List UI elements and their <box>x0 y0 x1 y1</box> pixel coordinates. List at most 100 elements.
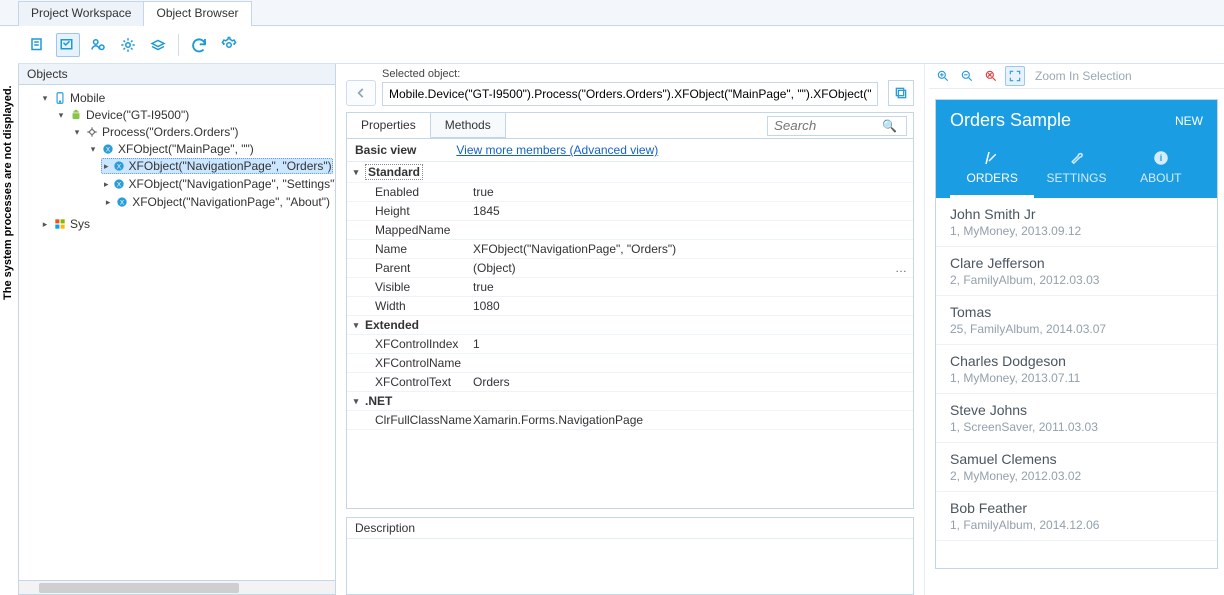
tree-node-mobile[interactable]: ▾ Mobile <box>37 90 333 106</box>
toolbar-btn-3[interactable] <box>86 33 110 57</box>
prop-name: XFControlText <box>347 373 467 391</box>
property-search[interactable]: 🔍 <box>767 116 907 136</box>
prop-name: Visible <box>347 278 467 296</box>
expander-icon[interactable]: ▾ <box>88 144 98 154</box>
mobile-icon <box>53 91 67 105</box>
process-icon <box>85 125 99 139</box>
prop-value[interactable]: Orders <box>467 373 913 391</box>
device-tab-about[interactable]: i ABOUT <box>1119 143 1203 198</box>
description-label: Description <box>347 518 913 539</box>
prop-value[interactable]: Xamarin.Forms.NavigationPage <box>467 411 913 429</box>
toolbar-separator <box>178 34 179 56</box>
preview-reset[interactable] <box>981 66 1001 86</box>
prop-value[interactable]: 1 <box>467 335 913 353</box>
preview-zoom-in[interactable] <box>933 66 953 86</box>
tree-node-process[interactable]: ▾ Process("Orders.Orders") <box>69 124 333 140</box>
prop-name: Width <box>347 297 467 315</box>
tab-properties[interactable]: Properties <box>347 113 431 138</box>
prop-name: Height <box>347 202 467 220</box>
group-extended[interactable]: ▾Extended <box>347 316 913 335</box>
back-button[interactable] <box>346 80 376 106</box>
ellipsis-button[interactable]: … <box>895 261 907 275</box>
refresh-button[interactable] <box>187 33 211 57</box>
preview-zoom-out[interactable] <box>957 66 977 86</box>
orders-list[interactable]: John Smith Jr1, MyMoney, 2013.09.12Clare… <box>936 198 1217 568</box>
property-grid: ▾Standard Enabledtrue Height1845 MappedN… <box>347 162 913 508</box>
group-dotnet[interactable]: ▾.NET <box>347 392 913 411</box>
prop-value[interactable]: 1845 <box>467 202 913 220</box>
toolbar-btn-settings[interactable] <box>217 33 241 57</box>
list-item[interactable]: John Smith Jr1, MyMoney, 2013.09.12 <box>936 198 1217 247</box>
tab-object-browser[interactable]: Object Browser <box>143 1 251 26</box>
prop-value[interactable]: 1080 <box>467 297 913 315</box>
horizontal-scrollbar[interactable] <box>19 580 335 594</box>
object-tree[interactable]: ▾ Mobile ▾ Device("GT-I9500") <box>19 85 335 580</box>
tree-node-nav-about[interactable]: ▸ X XFObject("NavigationPage", "About") <box>101 194 333 210</box>
preview-fit[interactable] <box>1005 66 1025 86</box>
prop-name: XFControlIndex <box>347 335 467 353</box>
expander-icon[interactable]: ▸ <box>104 197 112 207</box>
toolbar-btn-1[interactable] <box>26 33 50 57</box>
tab-methods[interactable]: Methods <box>431 113 506 138</box>
list-item[interactable]: Tomas 25, FamilyAlbum, 2014.03.07 <box>936 296 1217 345</box>
tree-node-device[interactable]: ▾ Device("GT-I9500") <box>53 107 333 123</box>
prop-value[interactable]: true <box>467 183 913 201</box>
tree-node-mainpage[interactable]: ▾ X XFObject("MainPage", "") <box>85 141 333 157</box>
list-item[interactable]: Samuel Clemens 2, MyMoney, 2012.03.02 <box>936 443 1217 492</box>
prop-name: MappedName <box>347 221 467 239</box>
advanced-view-link[interactable]: View more members (Advanced view) <box>456 143 658 157</box>
basic-view-label: Basic view <box>355 143 416 157</box>
toolbar-btn-5[interactable] <box>146 33 170 57</box>
expander-icon[interactable]: ▾ <box>56 110 66 120</box>
xfobject-icon: X <box>101 142 115 156</box>
list-item[interactable]: Charles Dodgeson1, MyMoney, 2013.07.11 <box>936 345 1217 394</box>
xfobject-icon: X <box>112 159 126 173</box>
list-item[interactable]: Clare Jefferson2, FamilyAlbum, 2012.03.0… <box>936 247 1217 296</box>
list-item[interactable]: Bob Feather1, FamilyAlbum, 2014.12.06 <box>936 492 1217 541</box>
toolbar-btn-4[interactable] <box>116 33 140 57</box>
prop-name: XFControlName <box>347 354 467 372</box>
objects-header: Objects <box>19 64 335 85</box>
device-tab-settings[interactable]: SETTINGS <box>1034 143 1118 198</box>
order-name: Samuel Clemens <box>950 451 1203 467</box>
expander-icon[interactable]: ▸ <box>104 179 109 189</box>
tree-node-sys[interactable]: ▸ Sys <box>37 216 333 232</box>
tree-label: Device("GT-I9500") <box>86 108 189 122</box>
device-preview: Orders Sample NEW ORDERS SETTINGS i ABOU… <box>935 99 1218 569</box>
prop-value[interactable]: (Object)… <box>467 259 913 277</box>
copy-button[interactable] <box>888 80 914 106</box>
selected-object-input[interactable] <box>382 82 878 106</box>
order-subtitle: 2, MyMoney, 2012.03.02 <box>950 469 1203 483</box>
order-name: Charles Dodgeson <box>950 353 1203 369</box>
tree-label: XFObject("NavigationPage", "Settings") <box>129 177 335 191</box>
order-name: Steve Johns <box>950 402 1203 418</box>
tree-label: XFObject("NavigationPage", "About") <box>132 195 330 209</box>
prop-name: Parent <box>347 259 467 277</box>
order-subtitle: 25, FamilyAlbum, 2014.03.07 <box>950 322 1203 336</box>
expander-icon[interactable]: ▸ <box>40 219 50 229</box>
expander-icon[interactable]: ▾ <box>72 127 82 137</box>
list-item[interactable]: Steve Johns1, ScreenSaver, 2011.03.03 <box>936 394 1217 443</box>
prop-value[interactable] <box>467 221 913 239</box>
tab-project-workspace[interactable]: Project Workspace <box>18 1 144 26</box>
new-button[interactable]: NEW <box>1175 114 1203 128</box>
expander-icon[interactable]: ▾ <box>40 93 50 103</box>
prop-name: Enabled <box>347 183 467 201</box>
group-standard[interactable]: ▾Standard <box>347 162 913 183</box>
prop-value[interactable] <box>467 354 913 372</box>
main-toolbar <box>18 26 1224 64</box>
side-info-label: The system processes are not displayed. <box>2 85 14 300</box>
order-name: John Smith Jr <box>950 206 1203 222</box>
prop-value[interactable]: XFObject("NavigationPage", "Orders") <box>467 240 913 258</box>
device-tab-orders[interactable]: ORDERS <box>950 143 1034 198</box>
windows-icon <box>53 217 67 231</box>
prop-value[interactable]: true <box>467 278 913 296</box>
toolbar-btn-2[interactable] <box>56 33 80 57</box>
svg-text:X: X <box>116 181 121 188</box>
tree-node-nav-orders[interactable]: ▸ X XFObject("NavigationPage", "Orders") <box>101 158 333 174</box>
expander-icon[interactable]: ▸ <box>104 161 109 171</box>
preview-panel: Zoom In Selection Orders Sample NEW ORDE… <box>924 64 1224 595</box>
order-name: Tomas <box>950 304 1203 320</box>
app-title: Orders Sample <box>950 110 1071 131</box>
tree-node-nav-settings[interactable]: ▸ X XFObject("NavigationPage", "Settings… <box>101 176 333 192</box>
